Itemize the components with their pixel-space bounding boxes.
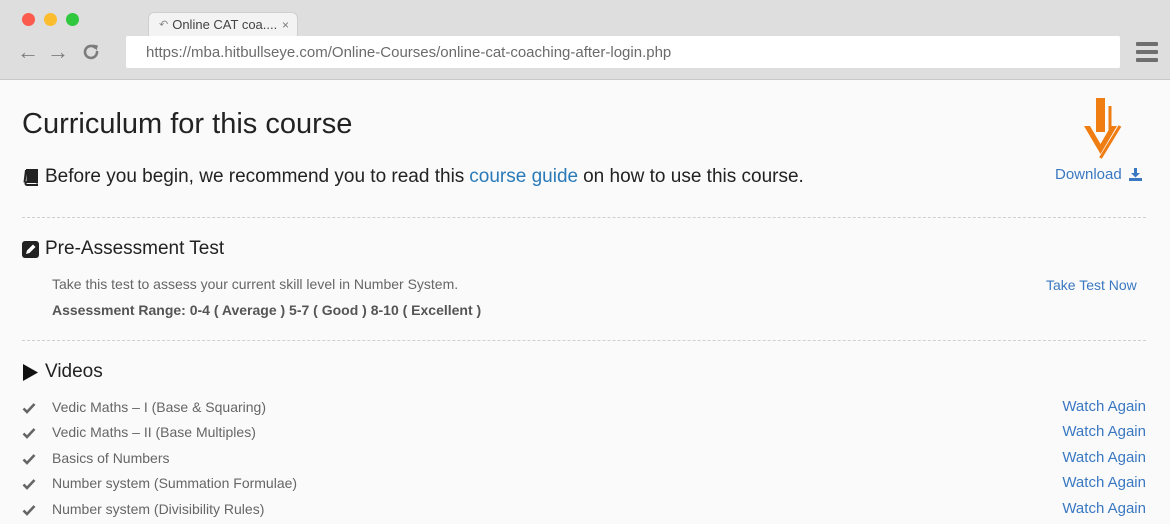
video-item: Basics of Numbers Watch Again <box>22 448 1146 472</box>
browser-chrome: ↶ Online CAT coa.... × ← → https://mba.h… <box>0 0 1170 80</box>
tab-favicon-icon: ↶ <box>159 19 169 31</box>
take-test-link[interactable]: Take Test Now <box>1046 277 1137 293</box>
pre-assessment-heading: Pre-Assessment Test <box>22 238 224 260</box>
video-item: Number system (Divisibility Rules) Watch… <box>22 499 1146 523</box>
book-icon <box>23 168 38 186</box>
watch-again-link[interactable]: Watch Again <box>1062 423 1146 440</box>
url-text: https://mba.hitbullseye.com/Online-Cours… <box>146 43 672 61</box>
assessment-range: Assessment Range: 0-4 ( Average ) 5-7 ( … <box>52 302 482 318</box>
watch-again-link[interactable]: Watch Again <box>1062 474 1146 491</box>
reload-icon[interactable] <box>80 41 102 63</box>
intro-text-before: Before you begin, we recommend you to re… <box>45 166 465 187</box>
edit-icon <box>22 240 39 258</box>
course-intro: Before you begin, we recommend you to re… <box>22 166 804 188</box>
check-icon <box>22 428 36 439</box>
videos-title: Videos <box>45 361 103 382</box>
browser-menu-icon[interactable] <box>1136 42 1158 62</box>
check-icon <box>22 505 36 516</box>
tab-title: Online CAT coa.... <box>172 17 278 32</box>
section-divider <box>22 340 1146 341</box>
video-title: Vedic Maths – I (Base & Squaring) <box>52 399 266 415</box>
video-item: Vedic Maths – I (Base & Squaring) Watch … <box>22 397 1146 421</box>
browser-tab[interactable]: ↶ Online CAT coa.... × <box>148 12 298 36</box>
down-arrow-icon <box>1084 98 1122 159</box>
page-title: Curriculum for this course <box>22 108 353 140</box>
video-item: Number system (Summation Formulae) Watch… <box>22 473 1146 497</box>
pre-assessment-title: Pre-Assessment Test <box>45 238 225 259</box>
forward-arrow-icon[interactable]: → <box>47 39 69 64</box>
video-title: Number system (Divisibility Rules) <box>52 501 265 517</box>
video-item: Vedic Maths – II (Base Multiples) Watch … <box>22 422 1146 446</box>
download-link[interactable]: Download <box>1055 166 1143 183</box>
tab-close-icon[interactable]: × <box>282 18 289 32</box>
check-icon <box>22 479 36 490</box>
check-icon <box>22 454 36 465</box>
check-icon <box>22 403 36 414</box>
section-divider <box>22 217 1146 218</box>
watch-again-link[interactable]: Watch Again <box>1062 500 1146 517</box>
address-bar[interactable]: https://mba.hitbullseye.com/Online-Cours… <box>126 36 1120 68</box>
download-icon <box>1128 168 1142 181</box>
play-icon <box>23 363 38 381</box>
video-title: Vedic Maths – II (Base Multiples) <box>52 424 256 440</box>
pre-assessment-description: Take this test to assess your current sk… <box>52 276 459 292</box>
minimize-window-button[interactable] <box>44 13 57 26</box>
watch-again-link[interactable]: Watch Again <box>1062 398 1146 415</box>
video-title: Number system (Summation Formulae) <box>52 475 298 491</box>
watch-again-link[interactable]: Watch Again <box>1062 449 1146 466</box>
course-guide-link[interactable]: course guide <box>469 166 578 188</box>
page-content: Curriculum for this course Before you be… <box>0 80 1170 524</box>
intro-text-after: on how to use this course. <box>583 166 804 187</box>
maximize-window-button[interactable] <box>66 13 79 26</box>
download-label: Download <box>1055 166 1122 183</box>
videos-heading: Videos <box>22 361 103 383</box>
back-arrow-icon[interactable]: ← <box>17 39 39 64</box>
video-title: Basics of Numbers <box>52 450 170 466</box>
close-window-button[interactable] <box>22 13 35 26</box>
